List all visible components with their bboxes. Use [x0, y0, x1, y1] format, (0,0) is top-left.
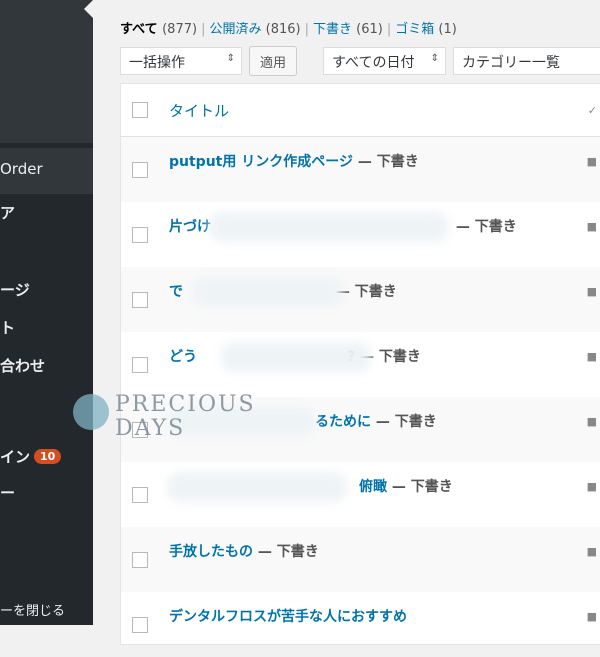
sidebar-item-contact[interactable]: 合わせ — [0, 355, 45, 376]
filter-drafts[interactable]: 下書き — [313, 22, 352, 37]
main-content: すべて (877) | 公開済み (816) | 下書き (61) | ゴミ箱 (1) 一括… — [93, 0, 600, 645]
filter-published-label: 公開済み — [209, 22, 262, 37]
filter-trash-label: ゴミ箱 — [395, 22, 435, 37]
sidebar-item-label: Order — [0, 160, 43, 178]
sidebar-item-order[interactable]: Order — [0, 160, 43, 178]
collapse-menu-button[interactable]: ーを閉じる — [0, 600, 65, 619]
post-state: — 下書き — [371, 414, 437, 430]
sidebar-item-label: イン — [0, 448, 31, 466]
row-column-marker: ■ — [586, 285, 597, 298]
row-checkbox[interactable] — [132, 162, 148, 178]
select-arrows-icon: ⇕ — [430, 53, 439, 64]
post-status-filters: すべて (877) | 公開済み (816) | 下書き (61) | ゴミ箱 (1) — [120, 18, 457, 37]
row-column-marker: ■ — [586, 545, 597, 558]
posts-table: タイトル ✓ putput用 リンク作成ページ — 下書き ■ 片づけ — 下書… — [120, 83, 600, 645]
precious-days-watermark: PRECIOUS DAYS — [73, 392, 273, 444]
filter-drafts-count: (61) — [356, 22, 383, 37]
bulk-action-value: 一括操作 — [129, 55, 185, 71]
current-menu-arrow — [84, 0, 93, 18]
post-title-link[interactable]: 片づけ — [169, 219, 211, 235]
post-title: 手放したもの — 下書き — [169, 541, 319, 561]
row-column-marker: ■ — [586, 480, 597, 493]
post-title-link[interactable]: で — [169, 284, 183, 300]
sidebar-top-block — [0, 0, 93, 143]
post-state: — 下書き — [387, 479, 453, 495]
filter-published[interactable]: 公開済み — [209, 22, 261, 37]
filter-all[interactable]: すべて (877) — [120, 22, 197, 37]
date-filter-select[interactable]: すべての日付 ⇕ — [323, 47, 446, 75]
post-title-link[interactable]: るために — [315, 414, 371, 430]
post-title-link[interactable]: 俯瞰 — [359, 479, 387, 495]
row-column-marker: ■ — [586, 155, 597, 168]
post-title-link[interactable]: putput用 リンク作成ページ — [169, 154, 353, 170]
table-row: で — 下書き ■ — [121, 267, 600, 332]
title-column-header[interactable]: タイトル — [169, 100, 229, 121]
watermark-line1: PRECIOUS — [115, 392, 256, 417]
filter-separator: | — [304, 22, 309, 37]
post-title: デンタルフロスが苦手な人におすすめ — [169, 606, 407, 626]
update-count-badge: 10 — [34, 449, 62, 464]
redacted-text — [167, 472, 347, 502]
sidebar-item-users[interactable]: ー — [0, 482, 15, 503]
row-column-marker: ■ — [586, 350, 597, 363]
collapse-menu-label: ーを閉じる — [0, 604, 66, 619]
category-filter-select[interactable]: カテゴリー一覧 — [453, 47, 600, 75]
row-checkbox[interactable] — [132, 552, 148, 568]
post-state: — 下書き — [253, 544, 319, 560]
select-all-checkbox[interactable] — [132, 102, 148, 118]
row-checkbox[interactable] — [132, 487, 148, 503]
sidebar-item-label: ージ — [0, 281, 30, 299]
post-title-link[interactable]: 手放したもの — [169, 544, 253, 560]
date-filter-value: すべての日付 — [332, 55, 415, 71]
filter-trash[interactable]: ゴミ箱 — [395, 22, 434, 37]
category-filter-value: カテゴリー一覧 — [462, 55, 560, 71]
filter-trash-count: (1) — [438, 22, 457, 37]
filter-all-label: すべて — [120, 22, 158, 37]
sidebar-item-label: ア — [0, 204, 16, 222]
bulk-action-select[interactable]: 一括操作 ⇕ — [120, 47, 242, 75]
sidebar-item-label: ー — [0, 484, 16, 502]
post-title: putput用 リンク作成ページ — 下書き — [169, 151, 419, 171]
apply-button-label: 適用 — [260, 56, 287, 71]
post-state: — 下書き — [451, 219, 517, 235]
apply-button[interactable]: 適用 — [249, 46, 298, 76]
redacted-text — [209, 212, 449, 242]
redacted-text — [193, 277, 343, 307]
table-row: どう? — 下書き ■ — [121, 332, 600, 397]
row-column-marker: ■ — [586, 415, 597, 428]
sidebar-item-label: ト — [0, 319, 16, 337]
select-arrows-icon: ⇕ — [226, 53, 235, 64]
filter-separator: | — [201, 22, 206, 37]
row-column-marker: ■ — [586, 610, 597, 623]
column-header-marker: ✓ — [587, 104, 597, 117]
table-row: 俯瞰 — 下書き ■ — [121, 462, 600, 527]
table-row: 片づけ — 下書き ■ — [121, 202, 600, 267]
watermark-monogram — [73, 394, 109, 430]
row-checkbox[interactable] — [132, 227, 148, 243]
table-row: putput用 リンク作成ページ — 下書き ■ — [121, 137, 600, 202]
row-checkbox[interactable] — [132, 357, 148, 373]
redacted-text — [221, 342, 371, 372]
admin-sidebar: Order ア ージ ト 合わせ イン 10 ー ーを閉じる — [0, 0, 93, 625]
sidebar-item-media[interactable]: ア — [0, 202, 15, 223]
sidebar-item-label: 合わせ — [0, 357, 46, 375]
sidebar-item-plugins[interactable]: イン 10 — [0, 446, 62, 467]
filter-separator: | — [386, 22, 392, 37]
table-row: 手放したもの — 下書き ■ — [121, 527, 600, 592]
table-header: タイトル ✓ — [121, 84, 600, 137]
filter-drafts-label: 下書き — [312, 22, 352, 37]
row-checkbox[interactable] — [132, 617, 148, 633]
post-title-link[interactable]: どう — [169, 349, 197, 365]
post-state: — 下書き — [352, 154, 419, 170]
sidebar-item-comments[interactable]: ト — [0, 317, 15, 338]
post-title-link[interactable]: デンタルフロスが苦手な人におすすめ — [169, 609, 407, 625]
watermark-line2: DAYS — [115, 416, 186, 441]
filter-published-count: (816) — [265, 22, 301, 37]
row-column-marker: ■ — [586, 220, 597, 233]
filter-all-count: (877) — [162, 22, 198, 37]
sidebar-item-pages[interactable]: ージ — [0, 279, 30, 300]
row-checkbox[interactable] — [132, 292, 148, 308]
